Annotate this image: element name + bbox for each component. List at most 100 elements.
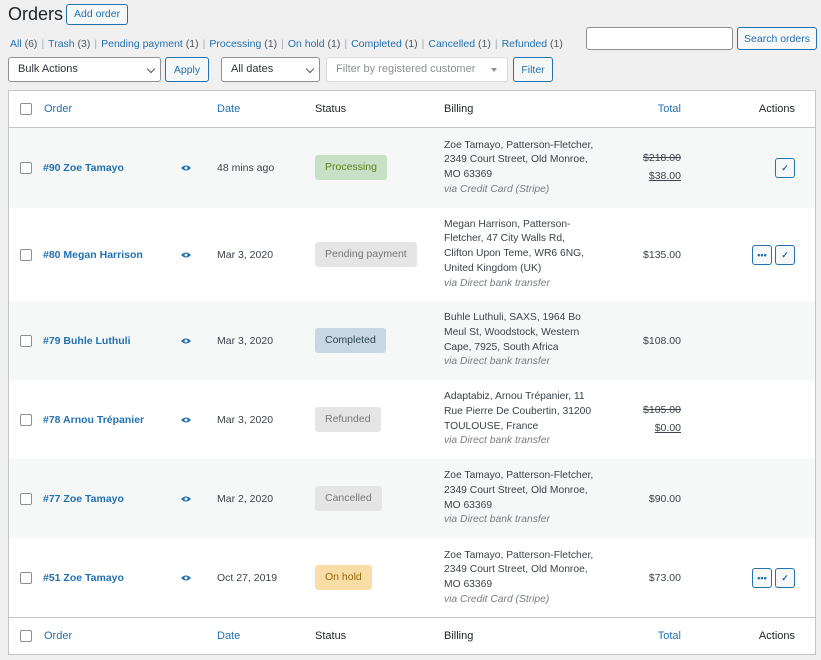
preview-eye-icon[interactable] bbox=[181, 338, 191, 344]
original-total: $105.00 bbox=[643, 403, 681, 416]
order-date: Oct 27, 2019 bbox=[217, 572, 278, 584]
billing-line: Buhle Luthuli, SAXS, 1964 Bo bbox=[444, 312, 581, 324]
filter-count: (1) bbox=[264, 38, 278, 50]
preview-eye-icon[interactable] bbox=[181, 252, 191, 258]
column-total-sort[interactable]: Total bbox=[658, 103, 681, 115]
billing-address: Zoe Tamayo, Patterson-Fletcher, 2349 Cour… bbox=[444, 469, 604, 528]
billing-line: Meul St, Woodstock, Western bbox=[444, 326, 580, 338]
filter-count: (1) bbox=[185, 38, 199, 50]
filter-count: (1) bbox=[404, 38, 418, 50]
order-link[interactable]: #79 Buhle Luthuli bbox=[43, 335, 131, 347]
billing-line: MO 63369 bbox=[444, 499, 493, 511]
order-link[interactable]: #78 Arnou Trépanier bbox=[43, 414, 144, 426]
status-badge: Refunded bbox=[315, 406, 381, 432]
filter-link[interactable]: Completed bbox=[351, 38, 402, 50]
preview-eye-icon[interactable] bbox=[181, 575, 191, 581]
filter-link[interactable]: Processing bbox=[209, 38, 261, 50]
preview-eye-icon[interactable] bbox=[181, 165, 191, 171]
chevron-down-icon bbox=[146, 64, 156, 74]
complete-action-button[interactable]: ✓ bbox=[775, 158, 795, 178]
order-link[interactable]: #80 Megan Harrison bbox=[43, 249, 143, 261]
dates-label: All dates bbox=[231, 63, 274, 75]
filter-count: (1) bbox=[550, 38, 563, 50]
filter-link[interactable]: All bbox=[10, 38, 22, 50]
column-actions-footer: Actions bbox=[758, 630, 795, 642]
caret-down-icon bbox=[491, 68, 497, 72]
add-order-button[interactable]: Add order bbox=[66, 4, 129, 25]
complete-action-button[interactable]: ✓ bbox=[775, 244, 795, 265]
table-row[interactable]: #90 Zoe Tamayo 48 mins ago Processing Zoe T… bbox=[9, 128, 815, 208]
table-row[interactable]: #80 Megan Harrison Mar 3, 2020 Pending pay… bbox=[9, 208, 815, 301]
table-header: Order Date Status Billing Total Actions bbox=[9, 91, 815, 128]
filter-button[interactable]: Filter bbox=[513, 57, 553, 82]
order-date: 48 mins ago bbox=[217, 162, 275, 174]
table-row[interactable]: #77 Zoe Tamayo Mar 2, 2020 Cancelled Zoe Ta… bbox=[9, 459, 815, 538]
column-total-sort-footer[interactable]: Total bbox=[658, 630, 681, 642]
filter-separator: | bbox=[281, 38, 284, 50]
row-checkbox[interactable] bbox=[20, 334, 32, 347]
table-row[interactable]: #79 Buhle Luthuli Mar 3, 2020 Completed Buh… bbox=[9, 301, 815, 380]
processing-action-button[interactable]: ••• bbox=[752, 568, 772, 588]
column-date-sort[interactable]: Date bbox=[217, 103, 240, 115]
select-all-checkbox[interactable] bbox=[20, 103, 32, 115]
row-checkbox[interactable] bbox=[20, 248, 32, 261]
select-all-checkbox-footer[interactable] bbox=[20, 630, 32, 642]
filter-link[interactable]: Trash bbox=[48, 38, 74, 50]
chevron-down-icon bbox=[305, 64, 315, 74]
order-total: $108.00 bbox=[643, 334, 681, 347]
row-checkbox[interactable] bbox=[20, 413, 32, 426]
billing-line: MO 63369 bbox=[444, 169, 493, 180]
customer-filter-placeholder: Filter by registered customer bbox=[336, 63, 476, 75]
search-input[interactable] bbox=[586, 27, 733, 50]
filter-separator: | bbox=[494, 38, 498, 50]
billing-address: Zoe Tamayo, Patterson-Fletcher, 2349 Cour… bbox=[444, 139, 604, 198]
filter-link[interactable]: Cancelled bbox=[428, 38, 475, 50]
order-link[interactable]: #77 Zoe Tamayo bbox=[43, 493, 124, 505]
table-row[interactable]: #78 Arnou Trépanier Mar 3, 2020 Refunded Ad… bbox=[9, 380, 815, 459]
search-orders-button[interactable]: Search orders bbox=[737, 27, 817, 50]
filter-separator: | bbox=[421, 38, 425, 50]
customer-filter-select[interactable]: Filter by registered customer bbox=[326, 57, 508, 82]
row-checkbox[interactable] bbox=[20, 572, 32, 584]
preview-eye-icon[interactable] bbox=[181, 417, 191, 423]
dates-select[interactable]: All dates bbox=[221, 57, 320, 82]
order-date: Mar 3, 2020 bbox=[217, 413, 274, 426]
column-status: Status bbox=[315, 103, 347, 115]
order-link[interactable]: #51 Zoe Tamayo bbox=[43, 572, 124, 584]
filter-separator: | bbox=[41, 38, 45, 50]
status-badge: Cancelled bbox=[315, 485, 382, 511]
billing-line: Zoe Tamayo, Patterson-Fletcher, bbox=[444, 139, 594, 151]
billing-address: Zoe Tamayo, Patterson-Fletcher, 2349 Cour… bbox=[444, 549, 604, 608]
billing-line: Megan Harrison, Patterson- bbox=[444, 218, 571, 230]
filter-count: (1) bbox=[478, 38, 491, 50]
billing-line: MO 63369 bbox=[444, 579, 493, 590]
filter-separator: | bbox=[202, 38, 206, 50]
preview-eye-icon[interactable] bbox=[181, 496, 191, 502]
filter-count: (6) bbox=[24, 38, 38, 50]
billing-line: Fletcher, 47 City Walls Rd, bbox=[444, 233, 565, 245]
orders-table: Order Date Status Billing Total Actions … bbox=[8, 90, 816, 655]
refunded-total: $0.00 bbox=[654, 421, 681, 434]
filter-separator: | bbox=[344, 38, 348, 50]
payment-method: via Direct bank transfer bbox=[444, 356, 550, 368]
row-checkbox[interactable] bbox=[20, 492, 32, 505]
column-date-sort-footer[interactable]: Date bbox=[217, 630, 240, 642]
filter-link[interactable]: Refunded bbox=[502, 38, 548, 50]
filter-link[interactable]: Pending payment bbox=[101, 38, 183, 50]
bulk-actions-select[interactable]: Bulk Actions bbox=[8, 57, 161, 82]
column-order-sort-footer[interactable]: Order bbox=[44, 630, 72, 642]
column-order-sort[interactable]: Order bbox=[44, 103, 72, 115]
billing-address: Buhle Luthuli, SAXS, 1964 Bo Meul St, Woo… bbox=[444, 311, 604, 370]
order-link[interactable]: #90 Zoe Tamayo bbox=[43, 162, 124, 174]
complete-action-button[interactable]: ✓ bbox=[775, 568, 795, 588]
filter-link[interactable]: On hold bbox=[288, 38, 325, 50]
order-total: $135.00 bbox=[643, 248, 681, 261]
billing-line: United Kingdom (UK) bbox=[444, 262, 542, 274]
payment-method: via Credit Card (Stripe) bbox=[444, 183, 550, 195]
table-row[interactable]: #51 Zoe Tamayo Oct 27, 2019 On hold Zoe Tam… bbox=[9, 538, 815, 618]
billing-line: 2349 Court Street, Old Monroe, bbox=[444, 564, 588, 576]
order-date: Mar 3, 2020 bbox=[217, 334, 274, 347]
row-checkbox[interactable] bbox=[20, 162, 32, 174]
apply-button[interactable]: Apply bbox=[165, 57, 209, 82]
processing-action-button[interactable]: ••• bbox=[752, 244, 772, 265]
